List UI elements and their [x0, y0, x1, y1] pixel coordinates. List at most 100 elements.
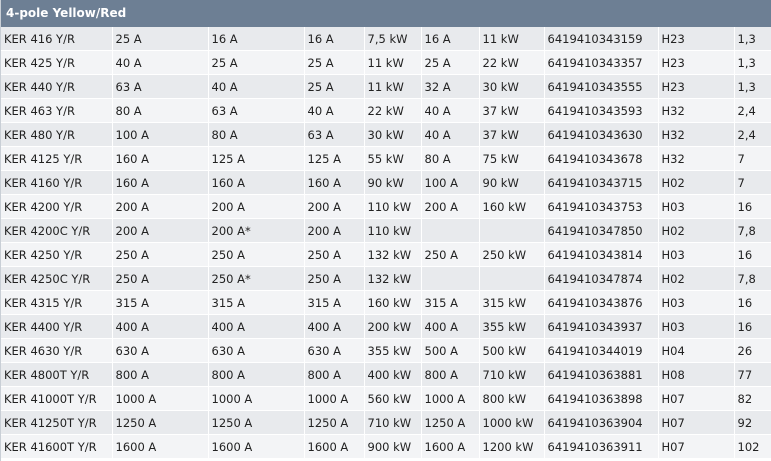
- current-ac22-cell: 63 A: [208, 98, 305, 123]
- type-cell: KER 4160 Y/R: [1, 170, 113, 195]
- size-cell: H02: [658, 218, 735, 243]
- table-body: KER 416 Y/R 25 A 16 A 16 A 7,5 kW 16 A 11 kW 64…: [1, 27, 771, 459]
- rated-current-cell: 315 A: [112, 290, 209, 315]
- power-ac3-cell: 37 kW: [479, 98, 545, 123]
- power-ac3-cell: 37 kW: [479, 122, 545, 147]
- table-row: KER 4250C Y/R 250 A 250 A* 250 A 132 kW 64194…: [1, 266, 771, 291]
- power-ac3-cell: 22 kW: [479, 50, 545, 75]
- current-ac23-cell: 250 A: [304, 242, 365, 267]
- ean-code-cell: 6419410343937: [544, 314, 659, 339]
- power-ac23-cell: 90 kW: [364, 170, 422, 195]
- weight-cell: 7: [734, 170, 771, 195]
- current-ac3-cell: [421, 266, 480, 291]
- power-ac3-cell: 11 kW: [479, 27, 545, 51]
- ean-code-cell: 6419410343630: [544, 122, 659, 147]
- rated-current-cell: 160 A: [112, 170, 209, 195]
- size-cell: H07: [658, 434, 735, 459]
- type-cell: KER 4800T Y/R: [1, 362, 113, 387]
- weight-cell: 1,3: [734, 74, 771, 99]
- power-ac23-cell: 160 kW: [364, 290, 422, 315]
- current-ac3-cell: 40 A: [421, 122, 480, 147]
- table-row: KER 416 Y/R 25 A 16 A 16 A 7,5 kW 16 A 11 kW 64…: [1, 27, 771, 51]
- power-ac23-cell: 30 kW: [364, 122, 422, 147]
- current-ac23-cell: 160 A: [304, 170, 365, 195]
- power-ac3-cell: 250 kW: [479, 242, 545, 267]
- size-cell: H08: [658, 362, 735, 387]
- weight-cell: 7,8: [734, 266, 771, 291]
- rated-current-cell: 1250 A: [112, 410, 209, 435]
- type-cell: KER 4250 Y/R: [1, 242, 113, 267]
- current-ac3-cell: 250 A: [421, 242, 480, 267]
- power-ac23-cell: 22 kW: [364, 98, 422, 123]
- product-table-panel: 4-pole Yellow/Red KER 416 Y/R 25 A 16 A 16 …: [0, 0, 771, 461]
- table-row: KER 425 Y/R 40 A 25 A 25 A 11 kW 25 A 22 kW 641…: [1, 50, 771, 75]
- type-cell: KER 425 Y/R: [1, 50, 113, 75]
- current-ac23-cell: 63 A: [304, 122, 365, 147]
- current-ac23-cell: 25 A: [304, 74, 365, 99]
- ean-code-cell: 6419410343753: [544, 194, 659, 219]
- weight-cell: 16: [734, 290, 771, 315]
- ean-code-cell: 6419410343678: [544, 146, 659, 171]
- current-ac22-cell: 40 A: [208, 74, 305, 99]
- current-ac22-cell: 200 A*: [208, 218, 305, 243]
- rated-current-cell: 40 A: [112, 50, 209, 75]
- weight-cell: 92: [734, 410, 771, 435]
- power-ac23-cell: 11 kW: [364, 74, 422, 99]
- size-cell: H32: [658, 146, 735, 171]
- power-ac23-cell: 710 kW: [364, 410, 422, 435]
- current-ac3-cell: 315 A: [421, 290, 480, 315]
- power-ac3-cell: 75 kW: [479, 146, 545, 171]
- weight-cell: 2,4: [734, 122, 771, 147]
- type-cell: KER 463 Y/R: [1, 98, 113, 123]
- power-ac3-cell: 355 kW: [479, 314, 545, 339]
- current-ac22-cell: 125 A: [208, 146, 305, 171]
- rated-current-cell: 100 A: [112, 122, 209, 147]
- current-ac23-cell: 16 A: [304, 27, 365, 51]
- size-cell: H02: [658, 170, 735, 195]
- current-ac23-cell: 315 A: [304, 290, 365, 315]
- current-ac3-cell: 500 A: [421, 338, 480, 363]
- size-cell: H23: [658, 50, 735, 75]
- power-ac3-cell: [479, 266, 545, 291]
- current-ac23-cell: 800 A: [304, 362, 365, 387]
- ean-code-cell: 6419410343814: [544, 242, 659, 267]
- table-row: KER 4200C Y/R 200 A 200 A* 200 A 110 kW 64194…: [1, 218, 771, 243]
- power-ac23-cell: 400 kW: [364, 362, 422, 387]
- size-cell: H04: [658, 338, 735, 363]
- current-ac23-cell: 1000 A: [304, 386, 365, 411]
- rated-current-cell: 630 A: [112, 338, 209, 363]
- current-ac3-cell: 25 A: [421, 50, 480, 75]
- current-ac22-cell: 400 A: [208, 314, 305, 339]
- table-row: KER 4200 Y/R 200 A 200 A 200 A 110 kW 200 A 16…: [1, 194, 771, 219]
- type-cell: KER 4200 Y/R: [1, 194, 113, 219]
- current-ac22-cell: 1000 A: [208, 386, 305, 411]
- current-ac23-cell: 1250 A: [304, 410, 365, 435]
- type-cell: KER 440 Y/R: [1, 74, 113, 99]
- weight-cell: 16: [734, 242, 771, 267]
- type-cell: KER 4630 Y/R: [1, 338, 113, 363]
- ean-code-cell: 6419410363881: [544, 362, 659, 387]
- size-cell: H32: [658, 98, 735, 123]
- size-cell: H03: [658, 194, 735, 219]
- current-ac23-cell: 40 A: [304, 98, 365, 123]
- power-ac3-cell: 315 kW: [479, 290, 545, 315]
- rated-current-cell: 25 A: [112, 27, 209, 51]
- power-ac3-cell: 1000 kW: [479, 410, 545, 435]
- power-ac23-cell: 132 kW: [364, 266, 422, 291]
- current-ac23-cell: 250 A: [304, 266, 365, 291]
- table-row: KER 4630 Y/R 630 A 630 A 630 A 355 kW 500 A 50…: [1, 338, 771, 363]
- table-row: KER 4800T Y/R 800 A 800 A 800 A 400 kW 800 A7…: [1, 362, 771, 387]
- ean-code-cell: 6419410347850: [544, 218, 659, 243]
- power-ac23-cell: 11 kW: [364, 50, 422, 75]
- weight-cell: 26: [734, 338, 771, 363]
- type-cell: KER 41000T Y/R: [1, 386, 113, 411]
- table-row: KER 4250 Y/R 250 A 250 A 250 A 132 kW 250 A 25…: [1, 242, 771, 267]
- size-cell: H23: [658, 27, 735, 51]
- current-ac22-cell: 1600 A: [208, 434, 305, 459]
- ean-code-cell: 6419410343593: [544, 98, 659, 123]
- current-ac22-cell: 630 A: [208, 338, 305, 363]
- current-ac3-cell: 200 A: [421, 194, 480, 219]
- power-ac23-cell: 132 kW: [364, 242, 422, 267]
- weight-cell: 1,3: [734, 50, 771, 75]
- current-ac3-cell: 1600 A: [421, 434, 480, 459]
